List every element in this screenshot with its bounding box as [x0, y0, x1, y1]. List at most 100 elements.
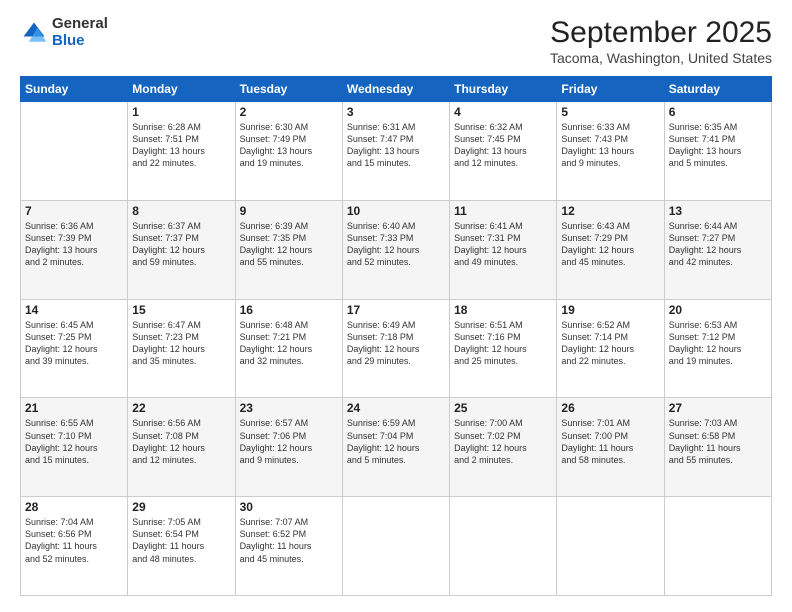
- calendar: Sunday Monday Tuesday Wednesday Thursday…: [20, 76, 772, 596]
- day-number: 15: [132, 303, 230, 317]
- day-info: Sunrise: 6:35 AM Sunset: 7:41 PM Dayligh…: [669, 121, 767, 170]
- day-number: 21: [25, 401, 123, 415]
- day-info: Sunrise: 6:45 AM Sunset: 7:25 PM Dayligh…: [25, 319, 123, 368]
- day-number: 30: [240, 500, 338, 514]
- calendar-cell: 16 Sunrise: 6:48 AM Sunset: 7:21 PM Dayli…: [235, 299, 342, 398]
- day-info: Sunrise: 6:55 AM Sunset: 7:10 PM Dayligh…: [25, 417, 123, 466]
- calendar-cell: 22 Sunrise: 6:56 AM Sunset: 7:08 PM Dayli…: [128, 398, 235, 497]
- day-number: 16: [240, 303, 338, 317]
- header-sunday: Sunday: [21, 77, 128, 102]
- day-number: 7: [25, 204, 123, 218]
- day-info: Sunrise: 6:48 AM Sunset: 7:21 PM Dayligh…: [240, 319, 338, 368]
- day-info: Sunrise: 6:32 AM Sunset: 7:45 PM Dayligh…: [454, 121, 552, 170]
- day-info: Sunrise: 6:51 AM Sunset: 7:16 PM Dayligh…: [454, 319, 552, 368]
- calendar-cell: 26Sunrise: 7:01 AM Sunset: 7:00 PM Dayli…: [557, 398, 664, 497]
- header-saturday: Saturday: [664, 77, 771, 102]
- day-info: Sunrise: 7:04 AM Sunset: 6:56 PM Dayligh…: [25, 516, 123, 565]
- header-thursday: Thursday: [450, 77, 557, 102]
- calendar-cell: 17Sunrise: 6:49 AM Sunset: 7:18 PM Dayli…: [342, 299, 449, 398]
- day-info: Sunrise: 6:31 AM Sunset: 7:47 PM Dayligh…: [347, 121, 445, 170]
- calendar-cell: 1 Sunrise: 6:28 AM Sunset: 7:51 PM Daylig…: [128, 102, 235, 201]
- calendar-cell: 4 Sunrise: 6:32 AM Sunset: 7:45 PM Daylig…: [450, 102, 557, 201]
- header-tuesday: Tuesday: [235, 77, 342, 102]
- day-number: 23: [240, 401, 338, 415]
- calendar-cell: 2 Sunrise: 6:30 AM Sunset: 7:49 PM Daylig…: [235, 102, 342, 201]
- day-number: 1: [132, 105, 230, 119]
- calendar-cell: 25Sunrise: 7:00 AM Sunset: 7:02 PM Dayli…: [450, 398, 557, 497]
- calendar-week-3: 14 Sunrise: 6:45 AM Sunset: 7:25 PM Dayli…: [21, 299, 772, 398]
- header-wednesday: Wednesday: [342, 77, 449, 102]
- day-info: Sunrise: 6:41 AM Sunset: 7:31 PM Dayligh…: [454, 220, 552, 269]
- day-number: 14: [25, 303, 123, 317]
- day-number: 28: [25, 500, 123, 514]
- calendar-week-1: 1 Sunrise: 6:28 AM Sunset: 7:51 PM Daylig…: [21, 102, 772, 201]
- calendar-cell: [342, 497, 449, 596]
- logo: General Blue: [20, 16, 108, 49]
- day-info: Sunrise: 6:49 AM Sunset: 7:18 PM Dayligh…: [347, 319, 445, 368]
- day-number: 2: [240, 105, 338, 119]
- month-title: September 2025: [550, 16, 772, 50]
- calendar-cell: 21 Sunrise: 6:55 AM Sunset: 7:10 PM Dayli…: [21, 398, 128, 497]
- day-info: Sunrise: 6:33 AM Sunset: 7:43 PM Dayligh…: [561, 121, 659, 170]
- day-info: Sunrise: 7:03 AM Sunset: 6:58 PM Dayligh…: [669, 417, 767, 466]
- day-info: Sunrise: 6:56 AM Sunset: 7:08 PM Dayligh…: [132, 417, 230, 466]
- calendar-cell: 3Sunrise: 6:31 AM Sunset: 7:47 PM Daylig…: [342, 102, 449, 201]
- calendar-cell: [664, 497, 771, 596]
- day-number: 9: [240, 204, 338, 218]
- day-info: Sunrise: 6:36 AM Sunset: 7:39 PM Dayligh…: [25, 220, 123, 269]
- day-number: 25: [454, 401, 552, 415]
- day-number: 19: [561, 303, 659, 317]
- calendar-cell: 18 Sunrise: 6:51 AM Sunset: 7:16 PM Dayli…: [450, 299, 557, 398]
- day-info: Sunrise: 6:39 AM Sunset: 7:35 PM Dayligh…: [240, 220, 338, 269]
- title-block: September 2025 Tacoma, Washington, Unite…: [550, 16, 772, 66]
- header-friday: Friday: [557, 77, 664, 102]
- calendar-week-2: 7 Sunrise: 6:36 AM Sunset: 7:39 PM Daylig…: [21, 200, 772, 299]
- day-number: 27: [669, 401, 767, 415]
- calendar-cell: 8 Sunrise: 6:37 AM Sunset: 7:37 PM Daylig…: [128, 200, 235, 299]
- weekday-header-row: Sunday Monday Tuesday Wednesday Thursday…: [21, 77, 772, 102]
- day-info: Sunrise: 6:28 AM Sunset: 7:51 PM Dayligh…: [132, 121, 230, 170]
- day-number: 6: [669, 105, 767, 119]
- calendar-cell: 11 Sunrise: 6:41 AM Sunset: 7:31 PM Dayli…: [450, 200, 557, 299]
- location: Tacoma, Washington, United States: [550, 50, 772, 66]
- calendar-cell: 7 Sunrise: 6:36 AM Sunset: 7:39 PM Daylig…: [21, 200, 128, 299]
- header: General Blue September 2025 Tacoma, Wash…: [20, 16, 772, 66]
- day-info: Sunrise: 6:37 AM Sunset: 7:37 PM Dayligh…: [132, 220, 230, 269]
- day-info: Sunrise: 6:40 AM Sunset: 7:33 PM Dayligh…: [347, 220, 445, 269]
- day-number: 11: [454, 204, 552, 218]
- day-number: 20: [669, 303, 767, 317]
- calendar-cell: 19 Sunrise: 6:52 AM Sunset: 7:14 PM Dayli…: [557, 299, 664, 398]
- day-info: Sunrise: 6:44 AM Sunset: 7:27 PM Dayligh…: [669, 220, 767, 269]
- calendar-cell: [21, 102, 128, 201]
- calendar-week-5: 28 Sunrise: 7:04 AM Sunset: 6:56 PM Dayli…: [21, 497, 772, 596]
- calendar-cell: 23Sunrise: 6:57 AM Sunset: 7:06 PM Dayli…: [235, 398, 342, 497]
- calendar-cell: 6 Sunrise: 6:35 AM Sunset: 7:41 PM Daylig…: [664, 102, 771, 201]
- day-info: Sunrise: 6:53 AM Sunset: 7:12 PM Dayligh…: [669, 319, 767, 368]
- day-number: 18: [454, 303, 552, 317]
- day-number: 24: [347, 401, 445, 415]
- day-info: Sunrise: 6:43 AM Sunset: 7:29 PM Dayligh…: [561, 220, 659, 269]
- calendar-cell: 14 Sunrise: 6:45 AM Sunset: 7:25 PM Dayli…: [21, 299, 128, 398]
- logo-icon: [20, 19, 48, 47]
- calendar-cell: 28 Sunrise: 7:04 AM Sunset: 6:56 PM Dayli…: [21, 497, 128, 596]
- calendar-week-4: 21 Sunrise: 6:55 AM Sunset: 7:10 PM Dayli…: [21, 398, 772, 497]
- calendar-cell: 30 Sunrise: 7:07 AM Sunset: 6:52 PM Dayli…: [235, 497, 342, 596]
- page: General Blue September 2025 Tacoma, Wash…: [0, 0, 792, 612]
- calendar-cell: 24Sunrise: 6:59 AM Sunset: 7:04 PM Dayli…: [342, 398, 449, 497]
- calendar-cell: [557, 497, 664, 596]
- day-number: 13: [669, 204, 767, 218]
- calendar-cell: 9 Sunrise: 6:39 AM Sunset: 7:35 PM Daylig…: [235, 200, 342, 299]
- calendar-cell: 13 Sunrise: 6:44 AM Sunset: 7:27 PM Dayli…: [664, 200, 771, 299]
- day-number: 4: [454, 105, 552, 119]
- day-number: 8: [132, 204, 230, 218]
- calendar-cell: 12 Sunrise: 6:43 AM Sunset: 7:29 PM Dayli…: [557, 200, 664, 299]
- calendar-cell: 10Sunrise: 6:40 AM Sunset: 7:33 PM Dayli…: [342, 200, 449, 299]
- day-number: 26: [561, 401, 659, 415]
- day-info: Sunrise: 6:30 AM Sunset: 7:49 PM Dayligh…: [240, 121, 338, 170]
- day-info: Sunrise: 7:05 AM Sunset: 6:54 PM Dayligh…: [132, 516, 230, 565]
- day-info: Sunrise: 7:07 AM Sunset: 6:52 PM Dayligh…: [240, 516, 338, 565]
- day-info: Sunrise: 6:52 AM Sunset: 7:14 PM Dayligh…: [561, 319, 659, 368]
- day-number: 12: [561, 204, 659, 218]
- day-number: 29: [132, 500, 230, 514]
- day-number: 22: [132, 401, 230, 415]
